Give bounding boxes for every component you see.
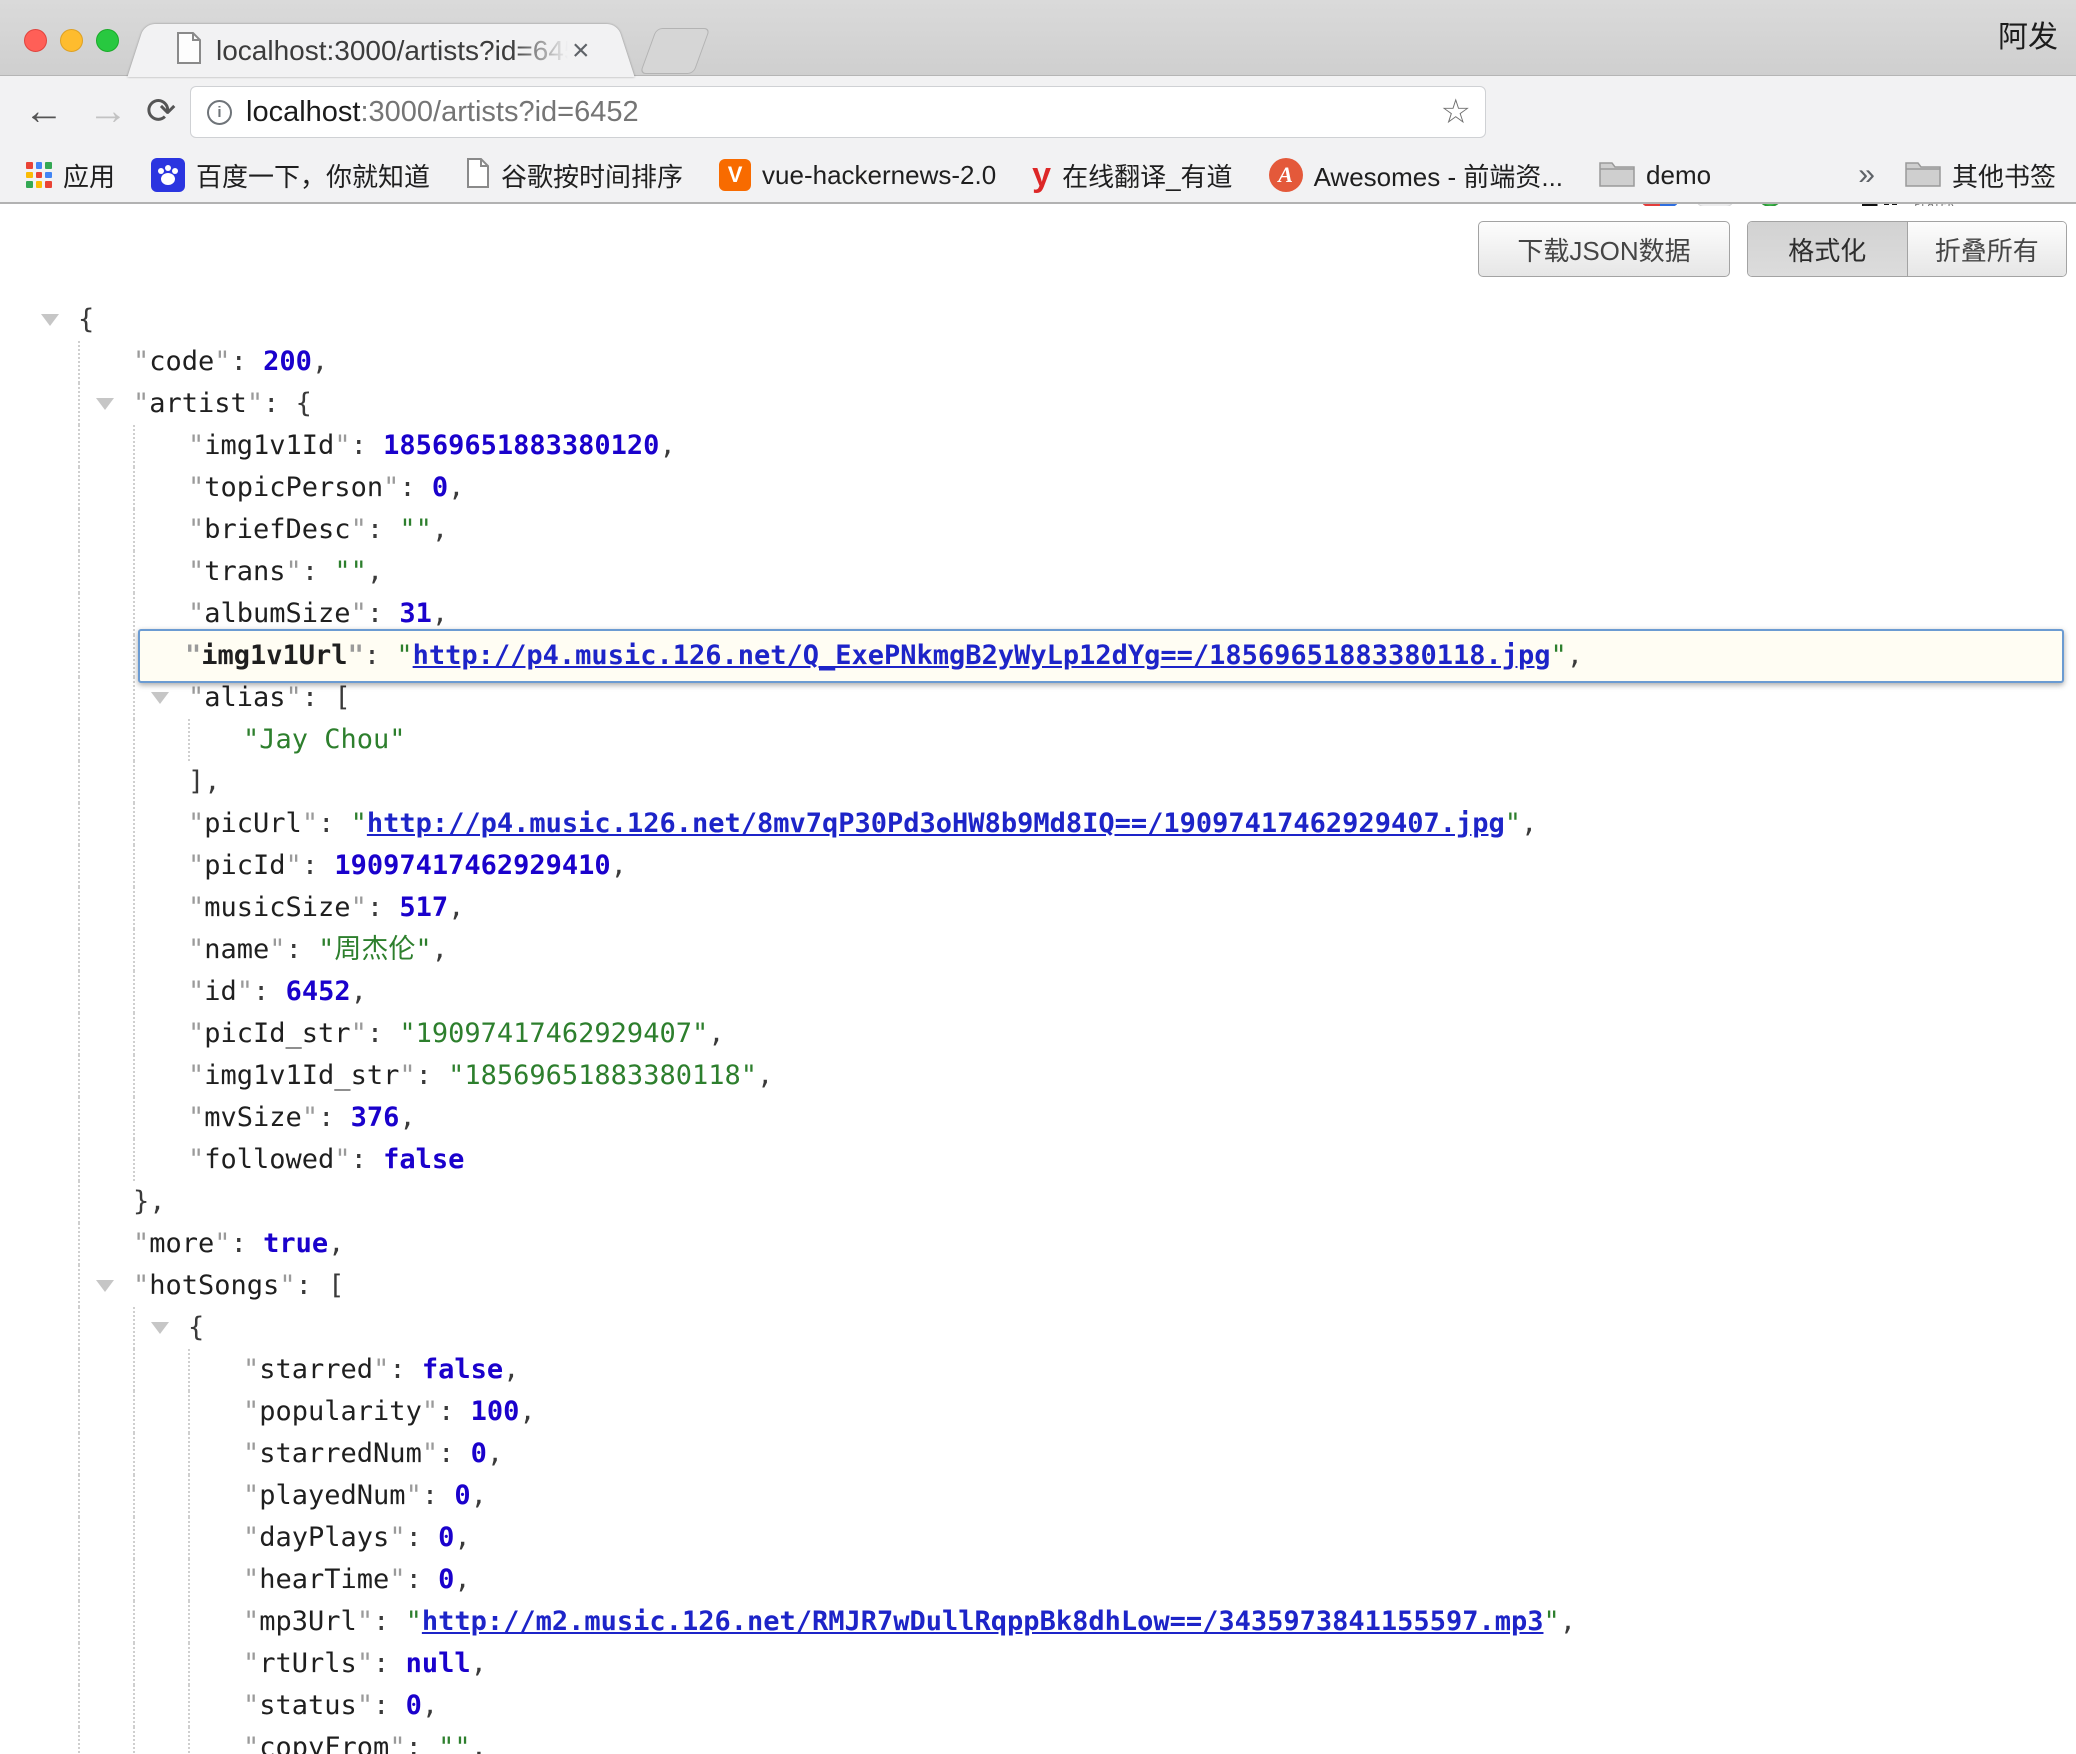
json-line: "img1v1Id": 18569651883380120, [0,425,2076,467]
vue-v-icon: V [719,159,751,191]
json-tree: {"code": 200,"artist": {"img1v1Id": 1856… [0,299,2076,1754]
json-line: "img1v1Id_str": "18569651883380118", [0,1055,2076,1097]
bookmark-label: 应用 [63,157,115,194]
json-line: "hotSongs": [ [0,1265,2076,1307]
bookmark-item[interactable]: 谷歌按时间排序 [466,157,683,194]
tab-bar: localhost:3000/artists?id=645 × 阿发 [0,0,2076,76]
view-toggle: 格式化 折叠所有 [1747,221,2067,277]
address-bar[interactable]: i localhost:3000/artists?id=6452 ☆ [190,86,1486,138]
forward-button: → [88,76,128,148]
json-line: "hearTime": 0, [0,1559,2076,1601]
json-line: "alias": [ [0,677,2076,719]
json-line: "artist": { [0,383,2076,425]
bookmark-item[interactable]: A Awesomes - 前端资... [1269,157,1563,194]
youdao-y-icon: y [1032,158,1051,192]
other-bookmarks-folder[interactable]: 其他书签 [1905,157,2056,194]
bookmark-item[interactable]: 百度一下，你就知道 [151,157,430,194]
json-line: "rtUrls": null, [0,1643,2076,1685]
json-line: { [0,299,2076,341]
fullscreen-window-button[interactable] [96,29,119,52]
close-window-button[interactable] [24,29,47,52]
json-line: "followed": false [0,1139,2076,1181]
json-line: "popularity": 100, [0,1391,2076,1433]
tab-title: localhost:3000/artists?id=645 [216,35,568,67]
json-line: "mp3Url": "http://m2.music.126.net/RMJR7… [0,1601,2076,1643]
bookmark-item[interactable]: demo [1599,158,1711,193]
json-line: "id": 6452, [0,971,2076,1013]
bookmarks-list: 应用 百度一下，你就知道 谷歌按时间排序 Vvue-hackernews-2.0 y 在线… [26,157,1711,194]
bookmark-label: 在线翻译_有道 [1062,157,1232,194]
url-host: localhost [246,96,360,128]
json-line: "picId_str": "19097417462929407", [0,1013,2076,1055]
new-tab-button[interactable] [640,28,711,74]
json-line: ], [0,761,2076,803]
json-line: "trans": "", [0,551,2076,593]
json-line: "copyFrom": "", [0,1727,2076,1754]
json-line: "more": true, [0,1223,2076,1265]
url-path: :3000/artists?id=6452 [360,96,638,128]
json-line: "dayPlays": 0, [0,1517,2076,1559]
json-line: "starredNum": 0, [0,1433,2076,1475]
folder-icon [1599,158,1635,193]
json-line: "picUrl": "http://p4.music.126.net/8mv7q… [0,803,2076,845]
json-link[interactable]: http://m2.music.126.net/RMJR7wDullRqppBk… [422,1606,1544,1637]
other-bookmarks-label: 其他书签 [1952,157,2056,194]
format-button[interactable]: 格式化 [1748,222,1908,276]
json-line: "topicPerson": 0, [0,467,2076,509]
url-text: localhost:3000/artists?id=6452 [246,96,639,129]
site-info-icon[interactable]: i [207,100,232,125]
browser-tab[interactable]: localhost:3000/artists?id=645 × [150,24,612,77]
indent-guide [133,635,135,677]
browser-window: localhost:3000/artists?id=645 × 阿发 ← → ⟳… [0,0,2076,1754]
download-json-button[interactable]: 下载JSON数据 [1478,221,1730,277]
profile-name[interactable]: 阿发 [1998,0,2058,76]
page-favicon-icon [176,32,202,69]
bookmark-item[interactable]: 应用 [26,157,115,194]
page-content: 下载JSON数据 格式化 折叠所有 {"code": 200,"artist":… [0,206,2076,1754]
json-line: }, [0,1181,2076,1223]
bookmark-star-icon[interactable]: ☆ [1441,92,1471,132]
folder-icon [1905,158,1941,193]
json-line: { [0,1307,2076,1349]
minimize-window-button[interactable] [60,29,83,52]
json-line: "img1v1Url": "http://p4.music.126.net/Q_… [0,635,2076,677]
reload-button[interactable]: ⟳ [146,76,176,148]
json-line: "mvSize": 376, [0,1097,2076,1139]
bookmark-label: vue-hackernews-2.0 [762,160,996,191]
back-button[interactable]: ← [24,76,64,148]
json-line: "starred": false, [0,1349,2076,1391]
indent-guide [78,635,80,677]
json-line: "code": 200, [0,341,2076,383]
json-line: "playedNum": 0, [0,1475,2076,1517]
bookmark-item[interactable]: y 在线翻译_有道 [1032,157,1232,194]
bookmark-label: 谷歌按时间排序 [501,157,683,194]
json-line: "musicSize": 517, [0,887,2076,929]
baidu-paw-icon [151,158,185,192]
bookmark-label: 百度一下，你就知道 [196,157,430,194]
json-line: "picId": 19097417462929410, [0,845,2076,887]
bookmark-label: demo [1646,160,1711,191]
json-line: "name": "周杰伦", [0,929,2076,971]
tab-close-icon[interactable]: × [572,36,590,66]
toolbar: ← → ⟳ i localhost:3000/artists?id=6452 ☆… [0,76,2076,148]
json-line: "Jay Chou" [0,719,2076,761]
collapse-all-button[interactable]: 折叠所有 [1908,222,2067,276]
apps-grid-icon [26,162,52,188]
bookmark-label: Awesomes - 前端资... [1314,157,1563,194]
bookmarks-bar: 应用 百度一下，你就知道 谷歌按时间排序 Vvue-hackernews-2.0 y 在线… [0,148,2076,204]
bookmarks-overflow-chevron[interactable]: » [1858,158,1875,192]
json-link[interactable]: http://p4.music.126.net/8mv7qP30Pd3oHW8b… [367,808,1505,839]
json-line: "briefDesc": "", [0,509,2076,551]
bookmark-item[interactable]: Vvue-hackernews-2.0 [719,159,996,191]
awesomes-a-icon: A [1269,158,1303,192]
json-line: "status": 0, [0,1685,2076,1727]
page-icon [466,158,490,193]
json-link[interactable]: http://p4.music.126.net/Q_ExePNkmgB2yWyL… [413,635,1551,677]
